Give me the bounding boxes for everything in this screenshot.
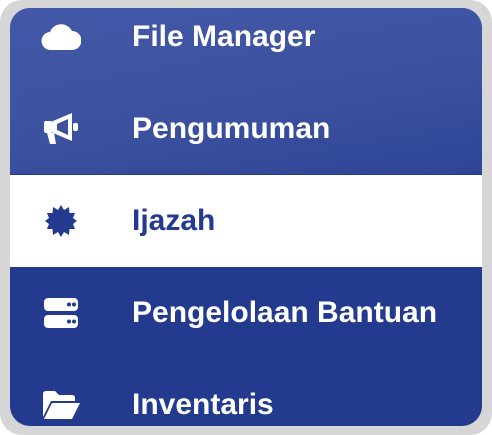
sidebar-item-ijazah[interactable]: Ijazah	[10, 175, 482, 267]
sidebar-item-label: Pengelolaan Bantuan	[132, 296, 438, 329]
sidebar-item-label: Pengumuman	[132, 112, 331, 145]
sidebar-item-file-manager[interactable]: File Manager	[10, 8, 482, 83]
server-icon	[40, 292, 82, 334]
window-frame: File Manager Pengumuman Ijazah Pengelola…	[0, 0, 492, 435]
sidebar-menu: File Manager Pengumuman Ijazah Pengelola…	[10, 8, 482, 426]
sidebar-item-pengelolaan-bantuan[interactable]: Pengelolaan Bantuan	[10, 267, 482, 359]
certificate-icon	[40, 200, 82, 242]
sidebar-item-pengumuman[interactable]: Pengumuman	[10, 83, 482, 175]
sidebar-item-inventaris[interactable]: Inventaris	[10, 359, 482, 426]
sidebar-item-label: File Manager	[132, 20, 316, 53]
folder-open-icon	[40, 384, 82, 426]
megaphone-icon	[40, 108, 82, 150]
sidebar-item-label: Inventaris	[132, 388, 274, 421]
sidebar-item-label: Ijazah	[132, 204, 216, 237]
cloud-icon	[40, 16, 82, 58]
